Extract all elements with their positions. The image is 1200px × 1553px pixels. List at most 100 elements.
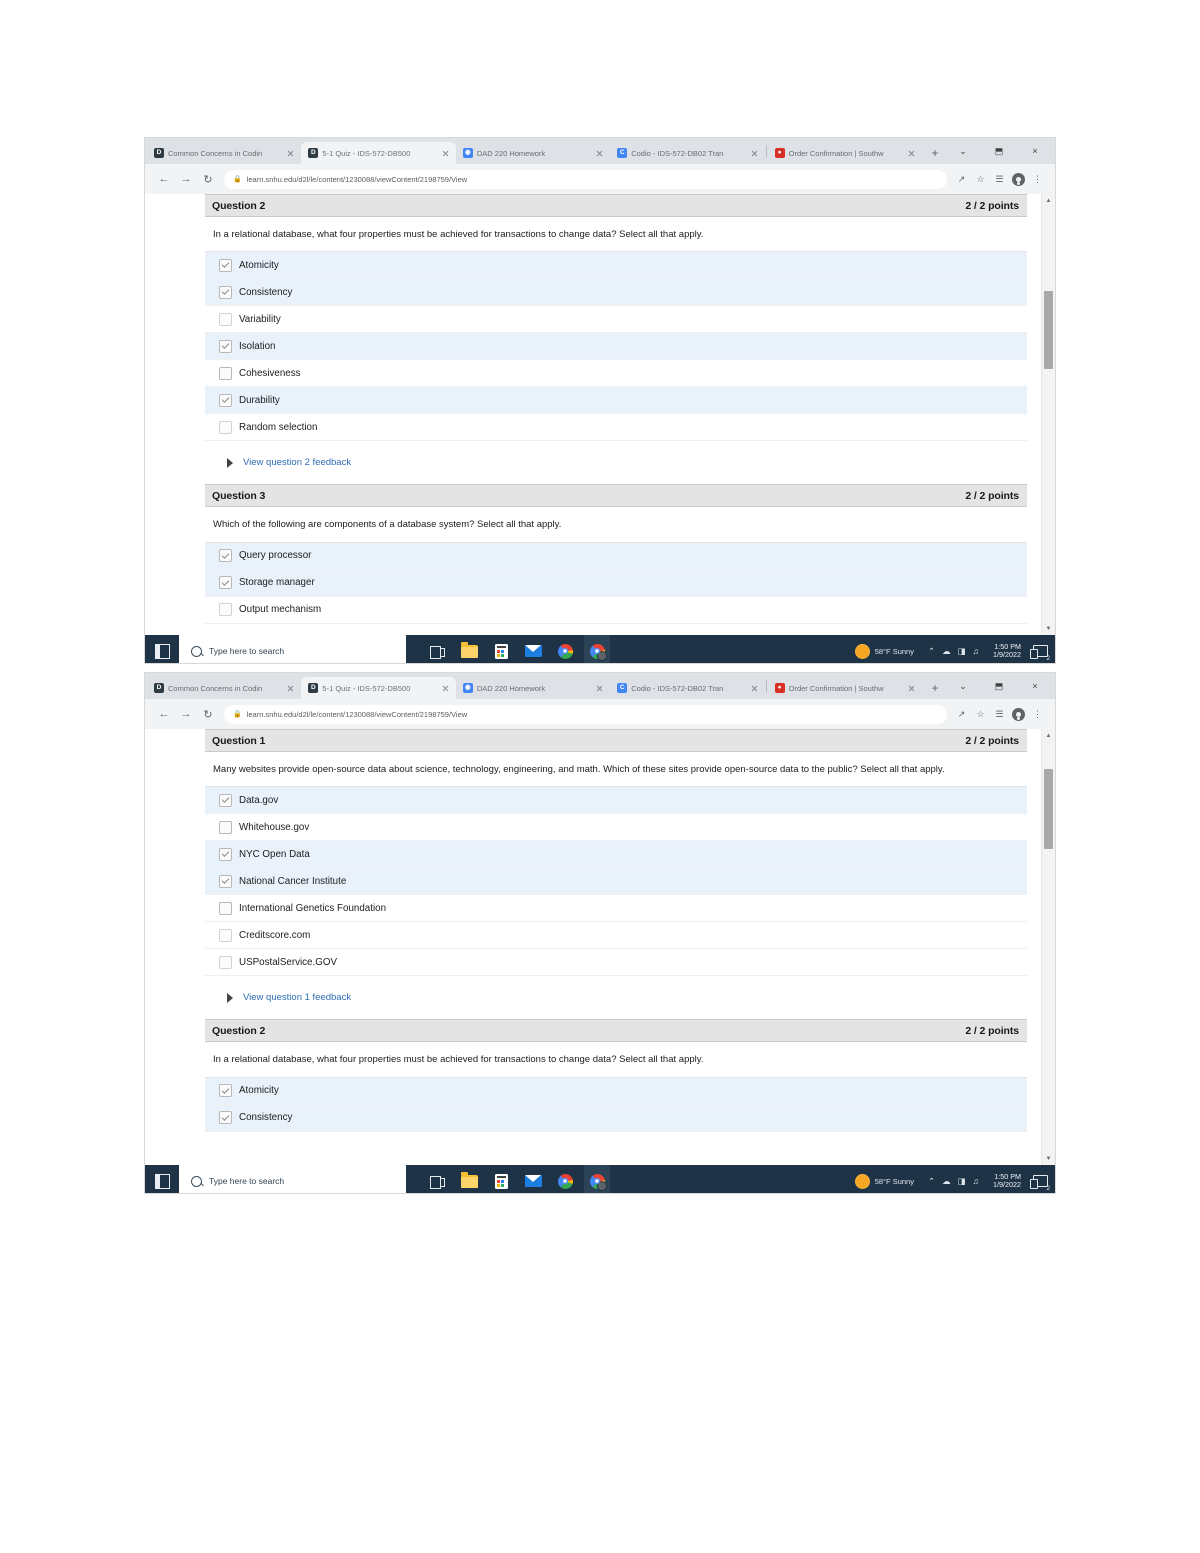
share-icon[interactable]: ↗ (952, 170, 971, 189)
feedback-link[interactable]: View question 1 feedback (243, 992, 351, 1003)
close-icon[interactable] (441, 149, 450, 158)
tray-volume-icon[interactable]: ♫ (973, 1176, 979, 1186)
checkbox-checked-icon[interactable] (219, 1084, 232, 1098)
browser-tab-0[interactable]: D Common Concerns in Codin (147, 677, 302, 699)
close-icon[interactable] (750, 149, 759, 158)
close-icon[interactable] (595, 149, 604, 158)
feedback-toggle[interactable]: View question 2 feedback (205, 441, 1027, 485)
option-row[interactable]: International Genetics Foundation (205, 895, 1027, 923)
chrome-menu-icon[interactable]: ⋮ (1028, 705, 1047, 724)
checkbox-checked-icon[interactable] (219, 285, 232, 299)
start-button[interactable] (145, 1165, 179, 1193)
forward-icon[interactable]: → (175, 703, 197, 725)
new-tab-button[interactable]: + (925, 143, 945, 163)
profile-avatar-icon[interactable] (1009, 170, 1028, 189)
notification-center-icon[interactable]: 2 (1029, 1165, 1051, 1193)
checkbox-checked-icon[interactable] (219, 793, 232, 807)
checkbox-icon[interactable] (219, 955, 232, 969)
close-icon[interactable] (286, 684, 295, 693)
scroll-down-icon[interactable]: ▼ (1042, 622, 1055, 635)
forward-icon[interactable]: → (175, 168, 197, 190)
profile-avatar-icon[interactable] (1009, 705, 1028, 724)
chrome-menu-icon[interactable]: ⋮ (1028, 170, 1047, 189)
minimize-button[interactable]: ⌄ (945, 138, 981, 164)
checkbox-icon[interactable] (219, 928, 232, 942)
close-icon[interactable] (907, 149, 916, 158)
checkbox-checked-icon[interactable] (219, 874, 232, 888)
bookmark-star-icon[interactable]: ☆ (971, 170, 990, 189)
option-row[interactable]: Durability (205, 387, 1027, 415)
tray-volume-icon[interactable]: ♫ (973, 646, 979, 656)
browser-tab-3[interactable]: C Codio - IDS-572-DB02 Tran (610, 677, 765, 699)
weather-widget[interactable]: 58°F Sunny (848, 644, 922, 658)
search-input[interactable]: Type here to search (179, 1165, 406, 1193)
option-row[interactable]: Storage manager (205, 569, 1027, 597)
option-row[interactable]: National Cancer Institute (205, 868, 1027, 896)
option-row[interactable]: Atomicity (205, 1077, 1027, 1105)
option-row[interactable]: Data.gov (205, 787, 1027, 815)
browser-tab-1[interactable]: D 5-1 Quiz - IDS-572-DB500 (301, 142, 456, 164)
mail-icon[interactable] (520, 635, 546, 663)
tray-network-icon[interactable]: ◨ (958, 646, 966, 657)
file-explorer-icon[interactable] (456, 1165, 482, 1193)
scroll-up-icon[interactable]: ▲ (1042, 729, 1055, 742)
checkbox-icon[interactable] (219, 420, 232, 434)
checkbox-checked-icon[interactable] (219, 847, 232, 861)
checkbox-checked-icon[interactable] (219, 576, 232, 590)
task-view-icon[interactable] (424, 635, 450, 663)
browser-tab-4[interactable]: ● Order Confirmation | Southw (767, 142, 923, 164)
file-explorer-icon[interactable] (456, 635, 482, 663)
new-tab-button[interactable]: + (925, 678, 945, 698)
extensions-icon[interactable]: ☰ (990, 705, 1009, 724)
close-icon[interactable] (595, 684, 604, 693)
checkbox-checked-icon[interactable] (219, 1111, 232, 1125)
scrollbar-thumb[interactable] (1044, 291, 1053, 369)
notification-center-icon[interactable]: 2 (1029, 635, 1051, 663)
minimize-button[interactable]: ⌄ (945, 673, 981, 699)
reload-icon[interactable]: ↻ (197, 703, 219, 725)
option-row[interactable]: Whitehouse.gov (205, 814, 1027, 842)
feedback-toggle[interactable]: View question 1 feedback (205, 976, 1027, 1020)
extensions-icon[interactable]: ☰ (990, 170, 1009, 189)
feedback-link[interactable]: View question 2 feedback (243, 457, 351, 468)
clock[interactable]: 1:50 PM 1/9/2022 (985, 1172, 1029, 1190)
checkbox-checked-icon[interactable] (219, 393, 232, 407)
close-icon[interactable] (441, 684, 450, 693)
tray-chevron-icon[interactable]: ⌃ (928, 1176, 935, 1187)
option-row[interactable]: Isolation (205, 333, 1027, 361)
close-window-button[interactable]: × (1017, 138, 1053, 164)
chrome-icon[interactable] (552, 1165, 578, 1193)
browser-tab-0[interactable]: D Common Concerns in Codin (147, 142, 302, 164)
tray-chevron-icon[interactable]: ⌃ (928, 646, 935, 657)
start-button[interactable] (145, 635, 179, 663)
checkbox-icon[interactable] (219, 820, 232, 834)
microsoft-store-icon[interactable] (488, 1165, 514, 1193)
maximize-button[interactable]: ⬒ (981, 673, 1017, 699)
close-icon[interactable] (286, 149, 295, 158)
option-row[interactable]: NYC Open Data (205, 841, 1027, 869)
browser-tab-3[interactable]: C Codio - IDS-572-DB02 Tran (610, 142, 765, 164)
address-bar[interactable]: 🔒 learn.snhu.edu/d2l/le/content/1230088/… (224, 704, 947, 724)
vertical-scrollbar-bottom[interactable]: ▲ ▼ (1041, 729, 1055, 1165)
maximize-button[interactable]: ⬒ (981, 138, 1017, 164)
share-icon[interactable]: ↗ (952, 705, 971, 724)
tray-cloud-icon[interactable]: ☁ (942, 646, 951, 657)
tray-cloud-icon[interactable]: ☁ (942, 1176, 951, 1187)
option-row[interactable]: Output mechanism (205, 596, 1027, 624)
chrome-active-icon[interactable] (584, 1165, 610, 1193)
checkbox-checked-icon[interactable] (219, 258, 232, 272)
checkbox-checked-icon[interactable] (219, 549, 232, 563)
option-row[interactable]: USPostalService.GOV (205, 949, 1027, 977)
option-row[interactable]: Consistency (205, 279, 1027, 307)
chrome-active-icon[interactable] (584, 635, 610, 663)
checkbox-icon[interactable] (219, 901, 232, 915)
back-icon[interactable]: ← (153, 703, 175, 725)
tray-network-icon[interactable]: ◨ (958, 1176, 966, 1187)
search-input[interactable]: Type here to search (179, 635, 406, 663)
back-icon[interactable]: ← (153, 168, 175, 190)
mail-icon[interactable] (520, 1165, 546, 1193)
scroll-up-icon[interactable]: ▲ (1042, 194, 1055, 207)
clock[interactable]: 1:50 PM 1/9/2022 (985, 642, 1029, 660)
option-row[interactable]: Atomicity (205, 252, 1027, 280)
scroll-down-icon[interactable]: ▼ (1042, 1152, 1055, 1165)
